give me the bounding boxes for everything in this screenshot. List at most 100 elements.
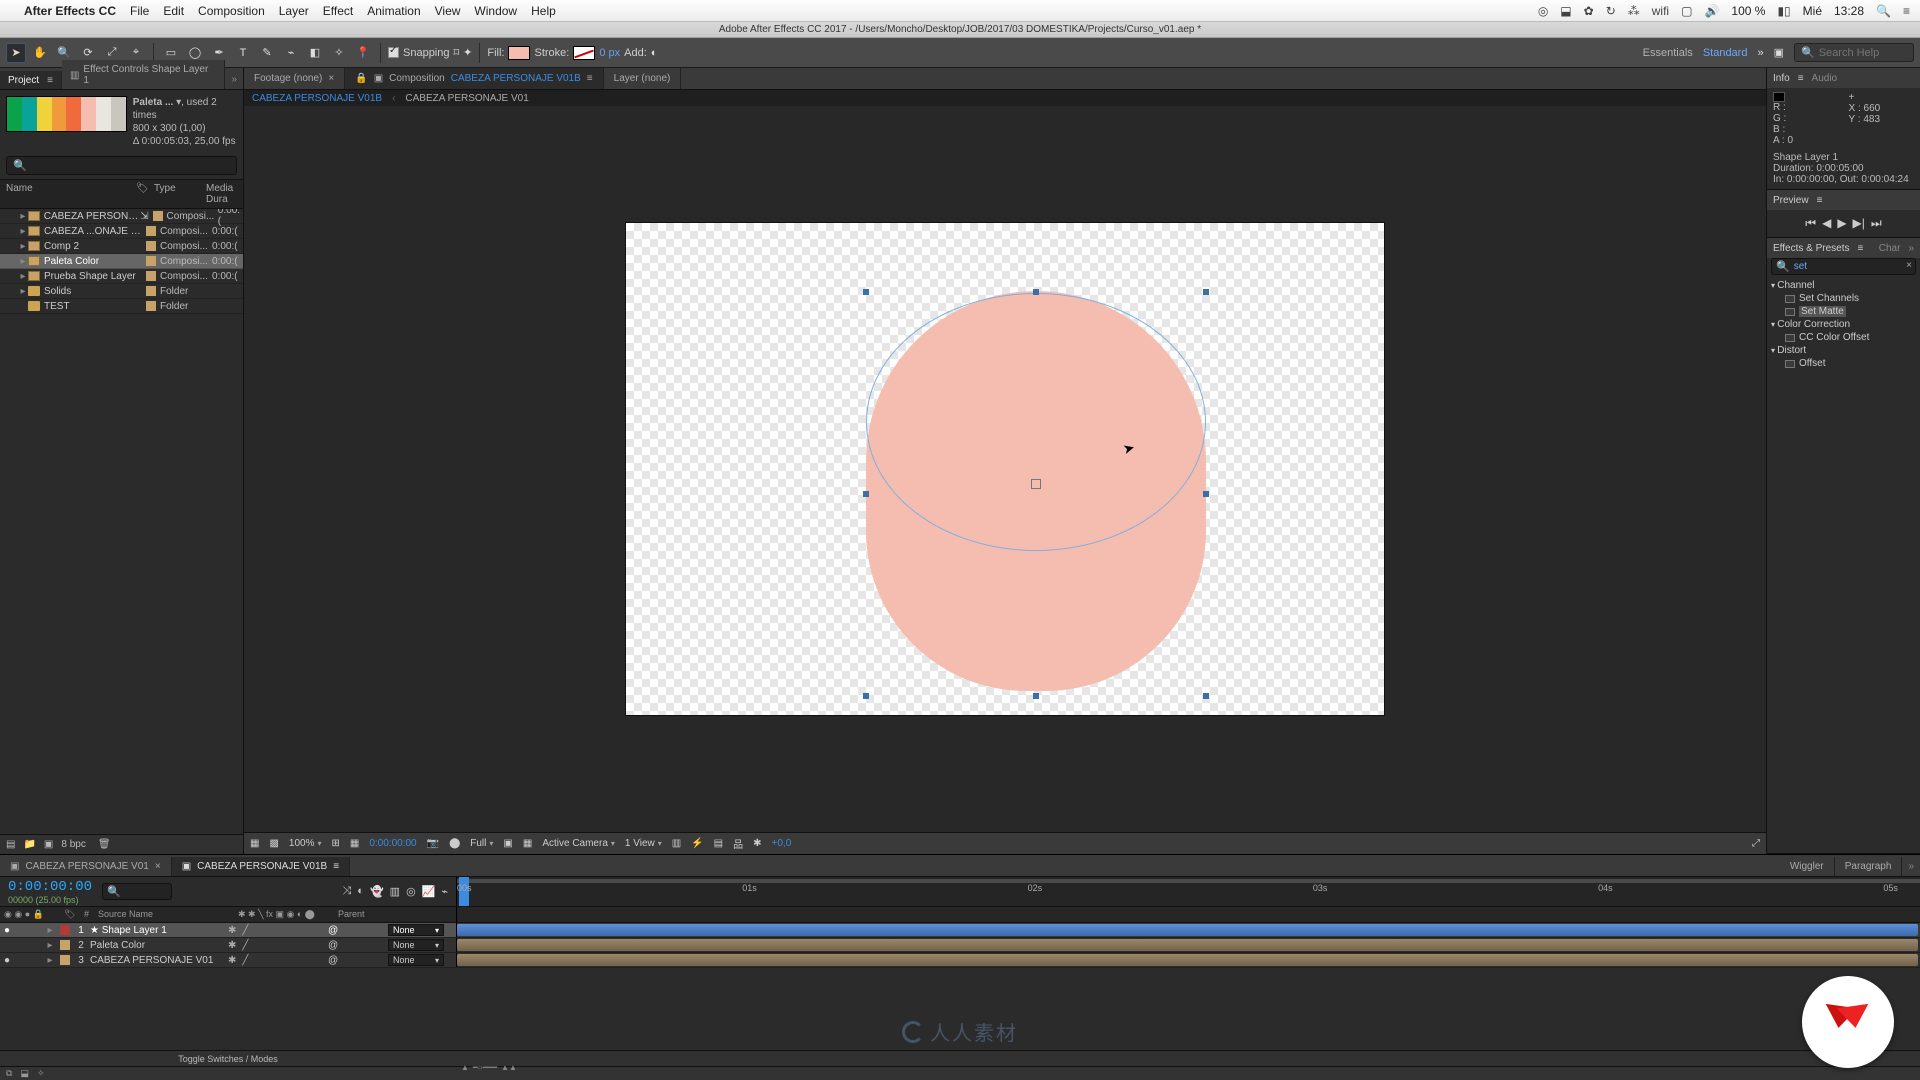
effect-item[interactable]: CC Color Offset — [1769, 331, 1918, 344]
panel-overflow-icon[interactable]: » — [225, 70, 243, 89]
timeline-search[interactable]: 🔍 — [102, 883, 172, 900]
viewer-lock-icon[interactable]: 🔒 — [355, 73, 367, 84]
timeline-layer[interactable]: ▸ 2 Paleta Color ✱╱ @ None — [0, 938, 1920, 953]
menu-composition[interactable]: Composition — [198, 4, 265, 18]
selection-handle[interactable] — [863, 693, 869, 699]
effect-item[interactable]: Set Channels — [1769, 292, 1918, 305]
project-item[interactable]: ▸Comp 2Composi...0:00:( — [0, 239, 243, 254]
timeline-search-input[interactable] — [121, 886, 167, 897]
effects-tree[interactable]: ChannelSet ChannelsSet MatteColor Correc… — [1767, 279, 1920, 376]
first-frame-button[interactable]: ⏮ — [1805, 216, 1816, 231]
volume-icon[interactable]: 🔊 — [1704, 4, 1719, 18]
bluetooth-icon[interactable]: ⁂ — [1628, 4, 1640, 18]
selection-handle[interactable] — [1203, 289, 1209, 295]
new-folder-icon[interactable]: 📁 — [23, 839, 35, 850]
viewer-tab-composition[interactable]: 🔒 ▣ Composition CABEZA PERSONAJE V01B ≡ — [345, 68, 603, 89]
frame-blend-icon[interactable]: ▥ — [390, 885, 400, 898]
fill-swatch[interactable] — [508, 46, 530, 60]
prev-frame-button[interactable]: ◀ — [1822, 216, 1831, 231]
menu-animation[interactable]: Animation — [367, 4, 420, 18]
snap-extend-icon[interactable]: ✦ — [463, 46, 472, 59]
hide-shy-icon[interactable]: 👻 — [370, 885, 384, 898]
effects-category[interactable]: Color Correction — [1769, 318, 1918, 331]
camera-dropdown[interactable]: Active Camera — [542, 838, 615, 849]
anchor-point-icon[interactable] — [1031, 479, 1041, 489]
parent-pickwhip-icon[interactable]: @ — [328, 955, 338, 966]
exposure-reset-icon[interactable]: ✱ — [753, 838, 761, 849]
timeline-tab-0[interactable]: ▣CABEZA PERSONAJE V01× — [0, 857, 172, 876]
clear-search-icon[interactable]: × — [1906, 260, 1912, 271]
help-search-input[interactable] — [1819, 47, 1907, 59]
panel-overflow-icon[interactable]: » — [1902, 857, 1920, 876]
tab-info[interactable]: Info — [1773, 73, 1790, 84]
notifications-icon[interactable]: ≡ — [1903, 4, 1910, 18]
evernote-icon[interactable]: ✿ — [1584, 4, 1594, 18]
maximize-icon[interactable]: ⤢ — [1752, 838, 1760, 849]
toggle-switches-modes[interactable]: Toggle Switches / Modes — [0, 1054, 456, 1064]
selection-handle[interactable] — [863, 491, 869, 497]
project-search[interactable]: 🔍 — [6, 156, 237, 175]
bpc-button[interactable]: 8 bpc — [61, 839, 85, 850]
panel-menu-icon[interactable]: ≡ — [47, 75, 53, 86]
workspace-standard[interactable]: Standard — [1703, 47, 1748, 59]
panel-menu-icon[interactable]: ≡ — [1817, 195, 1823, 206]
effect-item[interactable]: Offset — [1769, 357, 1918, 370]
selection-tool[interactable]: ➤ — [6, 43, 26, 63]
comp-flowchart-path[interactable]: CABEZA PERSONAJE V01B ‹ CABEZA PERSONAJE… — [244, 90, 1766, 106]
tab-wiggler[interactable]: Wiggler — [1780, 857, 1835, 876]
dropbox-icon[interactable]: ⬓ — [1560, 4, 1571, 18]
zoom-slider[interactable]: ━○━━━ — [473, 1063, 497, 1072]
parent-pickwhip-icon[interactable]: @ — [328, 940, 338, 951]
current-time-display[interactable]: 0:00:00:00 — [369, 838, 416, 849]
cc-status-icon[interactable]: ◎ — [1538, 4, 1548, 18]
views-dropdown[interactable]: 1 View — [625, 838, 662, 849]
menu-layer[interactable]: Layer — [279, 4, 309, 18]
add-menu-icon[interactable]: ◐ — [651, 47, 658, 59]
menu-help[interactable]: Help — [531, 4, 556, 18]
battery-icon[interactable]: ▮▯ — [1777, 4, 1790, 18]
timeline-tab-1[interactable]: ▣CABEZA PERSONAJE V01B≡ — [172, 857, 350, 876]
alpha-toggle-icon[interactable]: ▦ — [250, 838, 259, 849]
new-comp-icon[interactable]: ▣ — [44, 839, 53, 850]
stroke-width[interactable]: 0 px — [599, 47, 620, 59]
tab-preview[interactable]: Preview — [1773, 195, 1809, 206]
project-search-input[interactable] — [27, 160, 230, 172]
pixel-aspect-icon[interactable]: ▥ — [672, 838, 681, 849]
effects-search-input[interactable] — [1794, 261, 1911, 272]
panel-menu-icon[interactable]: ≡ — [587, 73, 593, 84]
fast-preview-icon[interactable]: ⚡ — [691, 838, 703, 849]
effects-category[interactable]: Channel — [1769, 279, 1918, 292]
brush-tool[interactable]: ✎ — [257, 43, 277, 63]
project-item[interactable]: TESTFolder — [0, 299, 243, 314]
workspace-overflow-icon[interactable]: » — [1757, 47, 1763, 59]
tab-character[interactable]: Char — [1879, 243, 1901, 254]
selection-handle[interactable] — [1033, 693, 1039, 699]
transparency-grid-icon[interactable]: ▩ — [269, 838, 278, 849]
panel-menu-icon[interactable]: ≡ — [1858, 243, 1864, 254]
roi-icon[interactable]: ▣ — [503, 838, 512, 849]
app-name[interactable]: After Effects CC — [24, 4, 116, 18]
panel-menu-icon[interactable]: ≡ — [1798, 73, 1804, 84]
project-item[interactable]: ▸SolidsFolder — [0, 284, 243, 299]
wifi-icon[interactable]: wifi — [1652, 4, 1669, 18]
snap-edge-icon[interactable]: ⌑ — [454, 46, 460, 59]
timecode[interactable]: 0:00:00:00 — [8, 879, 92, 895]
puppet-tool[interactable]: 📍 — [353, 43, 373, 63]
workspace-reset-icon[interactable]: ▣ — [1774, 46, 1784, 59]
project-item[interactable]: ▸Prueba Shape LayerComposi...0:00:( — [0, 269, 243, 284]
brainstorm-icon[interactable]: ⌁ — [441, 885, 448, 898]
menu-view[interactable]: View — [435, 4, 461, 18]
menu-window[interactable]: Window — [474, 4, 517, 18]
motion-blur-icon[interactable]: ◎ — [406, 885, 416, 898]
selection-handle[interactable] — [1033, 289, 1039, 295]
tab-project[interactable]: Project≡ — [0, 71, 62, 89]
sync-icon[interactable]: ↻ — [1606, 4, 1616, 18]
eraser-tool[interactable]: ◧ — [305, 43, 325, 63]
clone-tool[interactable]: ⌁ — [281, 43, 301, 63]
project-item[interactable]: ▸CABEZA PERSONAJE V01⇲Composi...0:00:( — [0, 209, 243, 224]
grid-icon[interactable]: ▦ — [350, 838, 359, 849]
graph-editor-icon[interactable]: 📈 — [422, 885, 436, 898]
spotlight-icon[interactable]: 🔍 — [1876, 4, 1891, 18]
interpret-icon[interactable]: ▤ — [6, 839, 15, 850]
project-item[interactable]: ▸Paleta ColorComposi...0:00:( — [0, 254, 243, 269]
